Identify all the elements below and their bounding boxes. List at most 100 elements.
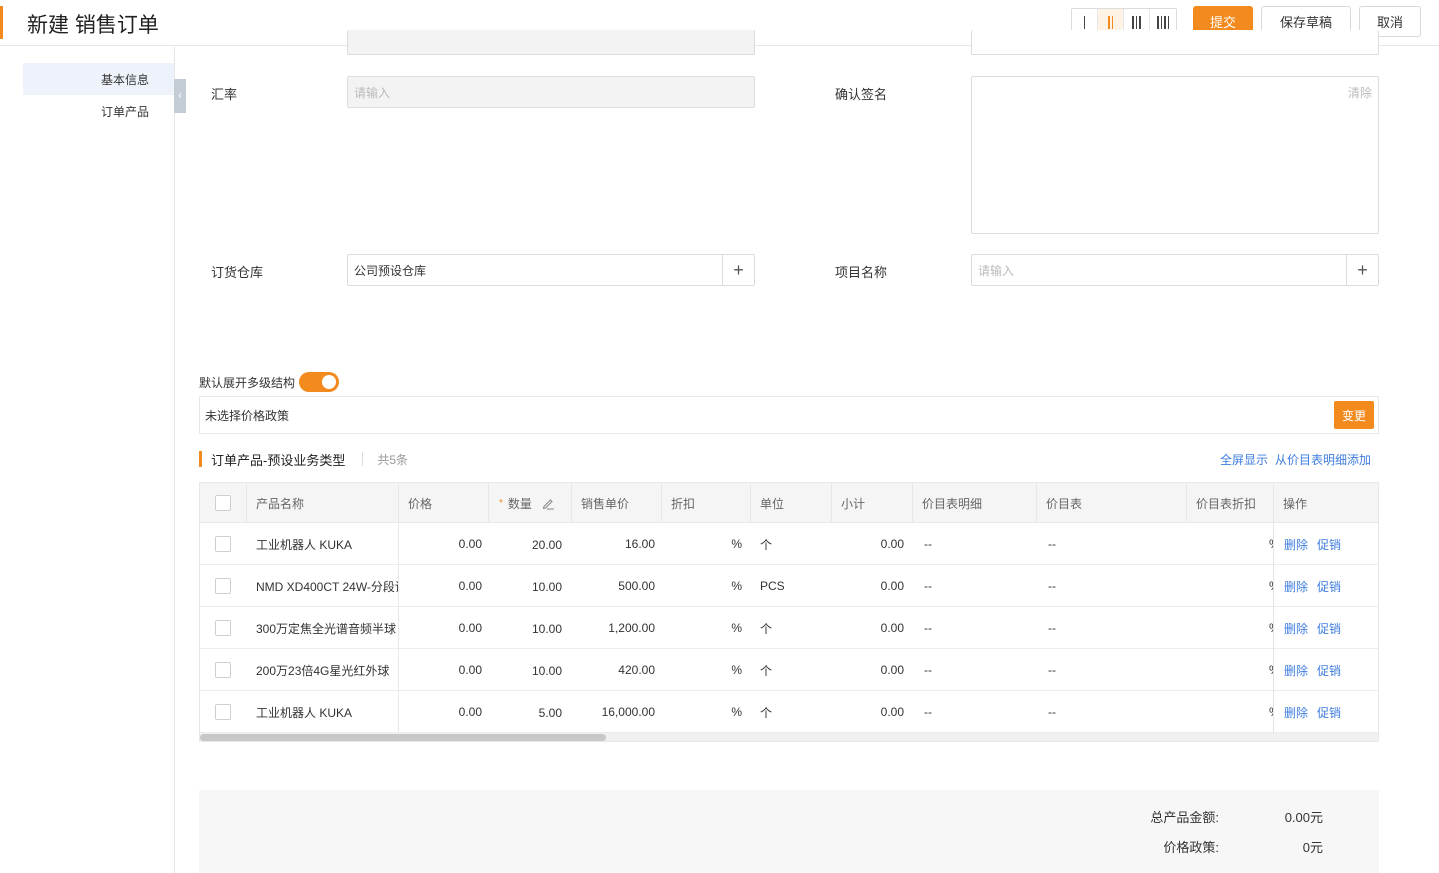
cell-subtotal: 0.00 bbox=[880, 579, 904, 593]
cell-unit-price[interactable]: 420.00 bbox=[572, 649, 655, 691]
project-name-field[interactable]: 请输入 + bbox=[971, 254, 1379, 286]
row-checkbox[interactable] bbox=[215, 620, 231, 636]
cell-actions: 删除 促销 bbox=[1284, 565, 1378, 607]
change-policy-button[interactable]: 变更 bbox=[1334, 401, 1374, 429]
promotion-link[interactable]: 促销 bbox=[1317, 704, 1341, 721]
row-checkbox[interactable] bbox=[215, 536, 231, 552]
cell-quantity[interactable]: 10.00 bbox=[489, 565, 562, 607]
batch-edit-pencil-icon[interactable] bbox=[541, 496, 555, 510]
cell-price[interactable]: 0.00 bbox=[399, 565, 482, 607]
cell-product-name[interactable]: 工业机器人 KUKA bbox=[256, 523, 398, 565]
cell-discount-unit: % bbox=[731, 621, 742, 635]
warehouse-add-plus-icon[interactable]: + bbox=[722, 255, 754, 285]
cell-quantity[interactable]: 5.00 bbox=[489, 691, 562, 733]
page-title: 新建 销售订单 bbox=[27, 14, 159, 37]
cell-product-name[interactable]: NMD XD400CT 24W-分段调光 bbox=[256, 565, 398, 607]
promotion-link[interactable]: 促销 bbox=[1317, 578, 1341, 595]
cell-price[interactable]: 0.00 bbox=[399, 649, 482, 691]
cell-actions: 删除 促销 bbox=[1284, 523, 1378, 565]
quantity-header-label: 数量 bbox=[507, 496, 532, 511]
exchange-rate-label: 汇率 bbox=[211, 87, 238, 102]
delete-row-link[interactable]: 删除 bbox=[1284, 662, 1308, 679]
promotion-link[interactable]: 促销 bbox=[1317, 536, 1341, 553]
cell-discount-unit: % bbox=[731, 663, 742, 677]
cell-actions: 删除 促销 bbox=[1284, 691, 1378, 733]
cell-subtotal: 0.00 bbox=[880, 705, 904, 719]
exchange-rate-field[interactable]: 请输入 bbox=[347, 76, 755, 108]
cell-price[interactable]: 0.00 bbox=[399, 607, 482, 649]
cell-price[interactable]: 0.00 bbox=[399, 691, 482, 733]
project-add-plus-icon[interactable]: + bbox=[1346, 255, 1378, 285]
cell-product-name[interactable]: 200万23倍4G星光红外球 bbox=[256, 649, 398, 691]
cell-quantity[interactable]: 10.00 bbox=[489, 607, 562, 649]
delete-row-link[interactable]: 删除 bbox=[1284, 704, 1308, 721]
order-summary: 总产品金额: 0.00元 价格政策: 0元 bbox=[199, 790, 1379, 873]
products-section-title: 订单产品-预设业务类型 bbox=[211, 452, 346, 468]
column-header-unit-price: 销售单价 bbox=[572, 483, 662, 523]
cell-unit-price[interactable]: 16,000.00 bbox=[572, 691, 655, 733]
row-checkbox[interactable] bbox=[215, 704, 231, 720]
column-header-discount: 折扣 bbox=[662, 483, 751, 523]
cell-unit-price[interactable]: 1,200.00 bbox=[572, 607, 655, 649]
cell-quantity[interactable]: 10.00 bbox=[489, 649, 562, 691]
cell-product-name[interactable]: 300万定焦全光谱音频半球 bbox=[256, 607, 398, 649]
column-header-subtotal: 小计 bbox=[832, 483, 913, 523]
cell-unit[interactable]: 个 bbox=[760, 691, 830, 733]
cell-unit[interactable]: 个 bbox=[760, 523, 830, 565]
cell-subtotal: 0.00 bbox=[880, 537, 904, 551]
nav-item-order-products[interactable]: 订单产品 bbox=[23, 95, 174, 127]
add-from-price-list-link[interactable]: 从价目表明细添加 bbox=[1275, 451, 1371, 468]
signature-label: 确认签名 bbox=[835, 87, 888, 102]
cell-actions: 删除 促销 bbox=[1284, 607, 1378, 649]
delete-row-link[interactable]: 删除 bbox=[1284, 536, 1308, 553]
row-checkbox[interactable] bbox=[215, 578, 231, 594]
column-header-price-list: 价目表 bbox=[1037, 483, 1187, 523]
title-accent-bar bbox=[0, 6, 3, 39]
column-header-actions: 操作 bbox=[1283, 496, 1308, 511]
row-checkbox[interactable] bbox=[215, 662, 231, 678]
warehouse-field[interactable]: 公司预设仓库 + bbox=[347, 254, 755, 286]
divider bbox=[362, 452, 364, 466]
required-mark: * bbox=[499, 497, 503, 509]
delete-row-link[interactable]: 删除 bbox=[1284, 620, 1308, 637]
cell-price-detail: -- bbox=[924, 621, 932, 635]
select-all-checkbox[interactable] bbox=[215, 495, 231, 511]
price-policy-text: 未选择价格政策 bbox=[205, 408, 290, 423]
cell-unit[interactable]: 个 bbox=[760, 649, 830, 691]
scrolled-field-left[interactable] bbox=[347, 30, 755, 55]
scrollbar-thumb[interactable] bbox=[200, 734, 606, 741]
cell-unit[interactable]: 个 bbox=[760, 607, 830, 649]
delete-row-link[interactable]: 删除 bbox=[1284, 578, 1308, 595]
signature-pad[interactable]: 清除 bbox=[971, 76, 1379, 234]
table-row: 300万定焦全光谱音频半球 0.00 10.00 1,200.00% 个 0.00 -- --… bbox=[200, 607, 1378, 649]
cell-price-detail: -- bbox=[924, 705, 932, 719]
promotion-link[interactable]: 促销 bbox=[1317, 662, 1341, 679]
warehouse-value: 公司预设仓库 bbox=[354, 263, 427, 278]
nav-item-basic-info[interactable]: 基本信息 bbox=[23, 63, 174, 95]
table-row: NMD XD400CT 24W-分段调光0.0010.00500.00%PCS0… bbox=[200, 565, 1378, 607]
column-header-price-list-discount: 价目表折扣 bbox=[1187, 483, 1274, 523]
project-name-placeholder: 请输入 bbox=[978, 263, 1015, 278]
cell-price[interactable]: 0.00 bbox=[399, 523, 482, 565]
toggle-knob bbox=[322, 375, 337, 389]
scrolled-field-right[interactable] bbox=[971, 30, 1379, 55]
cell-unit-price[interactable]: 500.00 bbox=[572, 565, 655, 607]
signature-clear-button[interactable]: 清除 bbox=[1348, 84, 1372, 101]
table-row: 工业机器人 KUKA0.0020.0016.00%个0.00----%删除促销 bbox=[200, 523, 1378, 565]
cell-quantity[interactable]: 20.00 bbox=[489, 523, 562, 565]
collapse-nav-chevron-icon[interactable]: ‹ bbox=[174, 79, 186, 113]
cell-price-list: -- bbox=[1048, 705, 1056, 719]
cell-unit-price[interactable]: 16.00 bbox=[572, 523, 655, 565]
promotion-link[interactable]: 促销 bbox=[1317, 620, 1341, 637]
expand-structure-toggle[interactable] bbox=[299, 372, 340, 392]
column-header-quantity: * 数量 bbox=[489, 483, 572, 523]
cell-product-name[interactable]: 工业机器人 KUKA bbox=[256, 691, 398, 733]
cell-price-detail: -- bbox=[924, 579, 932, 593]
fullscreen-link[interactable]: 全屏显示 bbox=[1220, 451, 1268, 468]
cell-price-detail: -- bbox=[924, 663, 932, 677]
exchange-rate-placeholder: 请输入 bbox=[354, 85, 391, 100]
select-all-cell bbox=[200, 483, 247, 523]
cell-unit[interactable]: PCS bbox=[760, 565, 830, 607]
horizontal-scrollbar[interactable] bbox=[200, 733, 1378, 741]
price-policy-bar: 未选择价格政策 变更 bbox=[199, 396, 1379, 434]
